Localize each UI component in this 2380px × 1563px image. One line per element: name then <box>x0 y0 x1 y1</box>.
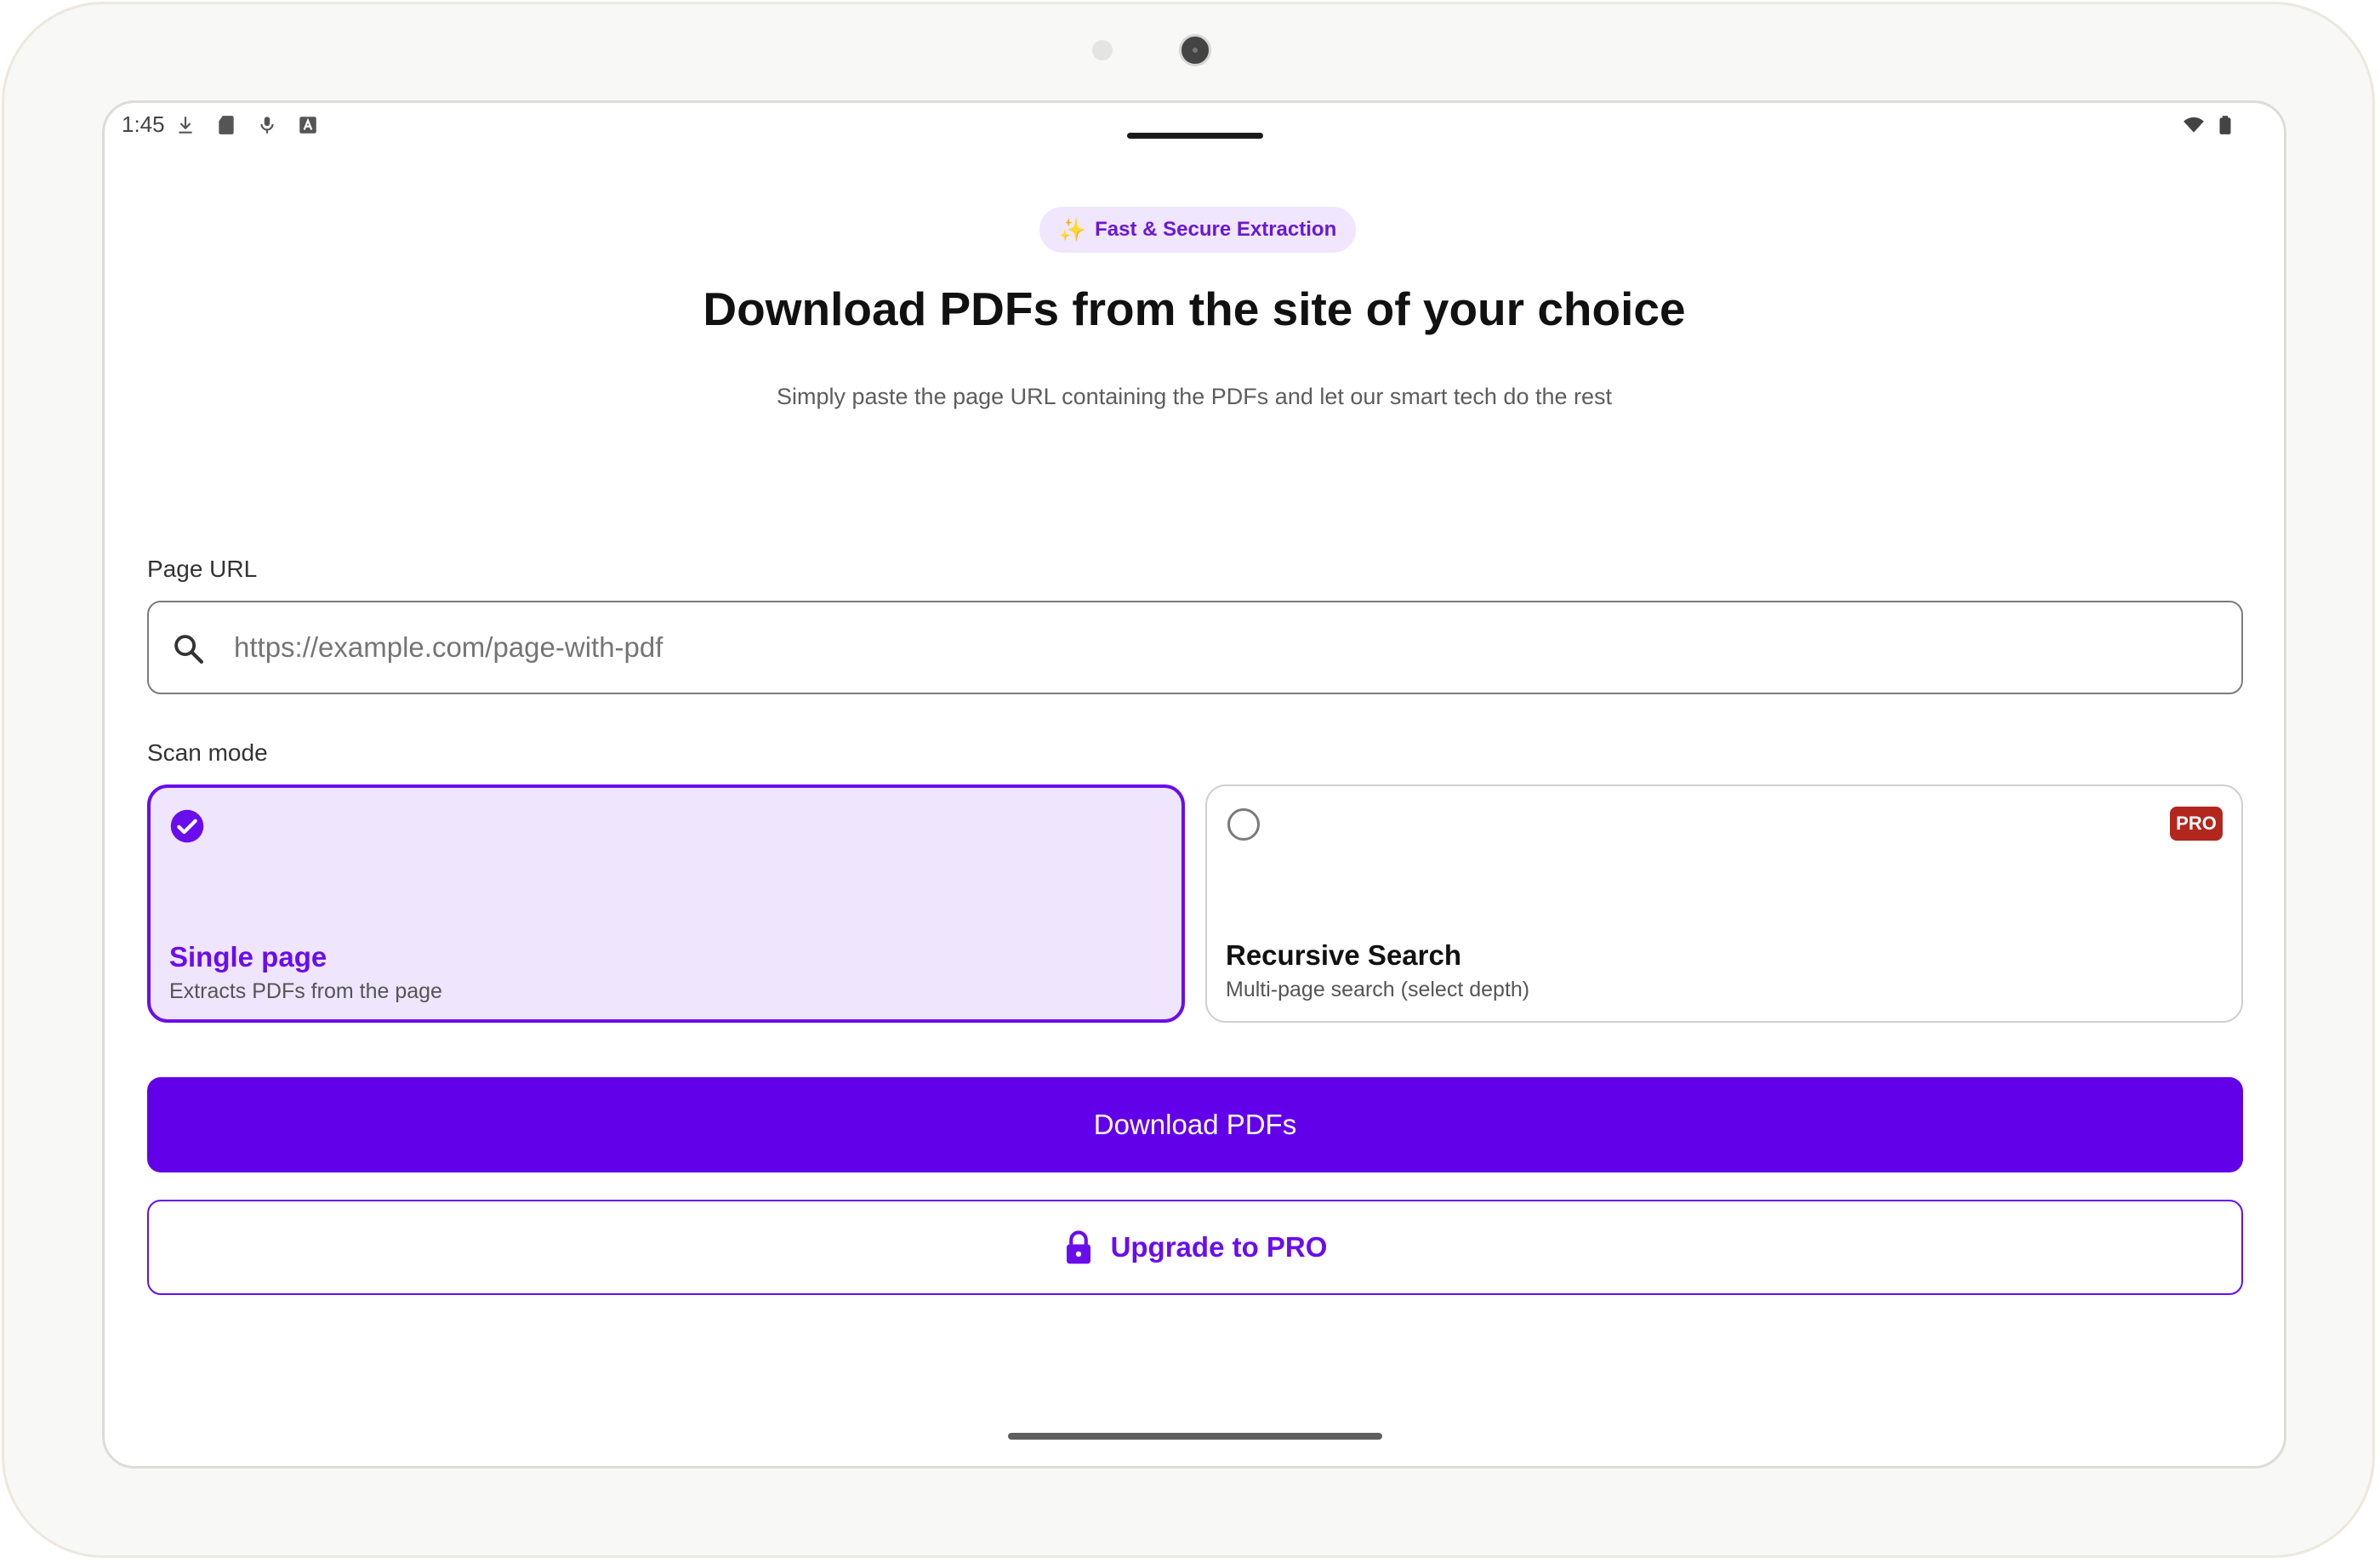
status-bar: 1:45 <box>105 103 2284 154</box>
page-title: Download PDFs from the site of your choi… <box>703 282 1686 335</box>
page-url-input[interactable] <box>234 619 2190 676</box>
lock-icon <box>1066 1230 1090 1264</box>
scan-mode-title: Single page <box>169 941 327 973</box>
wifi-icon <box>2184 117 2204 133</box>
status-time: 1:45 <box>122 111 165 137</box>
feature-badge: ✨ Fast & Secure Extraction <box>1039 207 1356 253</box>
check-circle-icon <box>170 809 204 843</box>
app-screen: 1:45 ✨ Fast & Secure Extraction Download… <box>102 100 2286 1469</box>
radio-unchecked-icon <box>1227 808 1260 841</box>
page-url-label: Page URL <box>147 556 258 582</box>
page-subtitle: Simply paste the page URL containing the… <box>776 384 1613 409</box>
upgrade-to-pro-label: Upgrade to PRO <box>1110 1231 1328 1263</box>
scan-mode-description: Extracts PDFs from the page <box>169 979 442 1003</box>
scan-mode-recursive-search[interactable]: PRO Recursive Search Multi-page search (… <box>1205 784 2243 1023</box>
tablet-frame: 1:45 ✨ Fast & Secure Extraction Download… <box>2 2 2375 1558</box>
top-handle <box>1127 133 1263 139</box>
scan-mode-single-page[interactable]: Single page Extracts PDFs from the page <box>147 784 1185 1023</box>
scan-mode-title: Recursive Search <box>1226 939 1462 971</box>
feature-badge-label: Fast & Secure Extraction <box>1095 218 1337 241</box>
sparkle-icon: ✨ <box>1058 216 1087 242</box>
upgrade-to-pro-button[interactable]: Upgrade to PRO <box>147 1200 2243 1295</box>
battery-icon <box>2219 116 2231 134</box>
download-pdfs-label: Download PDFs <box>1093 1109 1297 1140</box>
front-camera <box>1179 34 1211 66</box>
pro-badge: PRO <box>2170 807 2223 841</box>
download-pdfs-button[interactable]: Download PDFs <box>147 1077 2243 1172</box>
scan-mode-description: Multi-page search (select depth) <box>1226 978 1530 1001</box>
search-icon <box>174 635 203 664</box>
microphone-icon <box>260 117 274 134</box>
home-indicator[interactable] <box>1008 1433 1382 1440</box>
light-sensor <box>1092 40 1113 60</box>
scan-mode-label: Scan mode <box>147 739 268 766</box>
page-url-field[interactable] <box>147 601 2243 694</box>
download-icon <box>179 117 192 134</box>
font-icon <box>299 117 316 134</box>
sd-card-icon <box>219 116 234 134</box>
